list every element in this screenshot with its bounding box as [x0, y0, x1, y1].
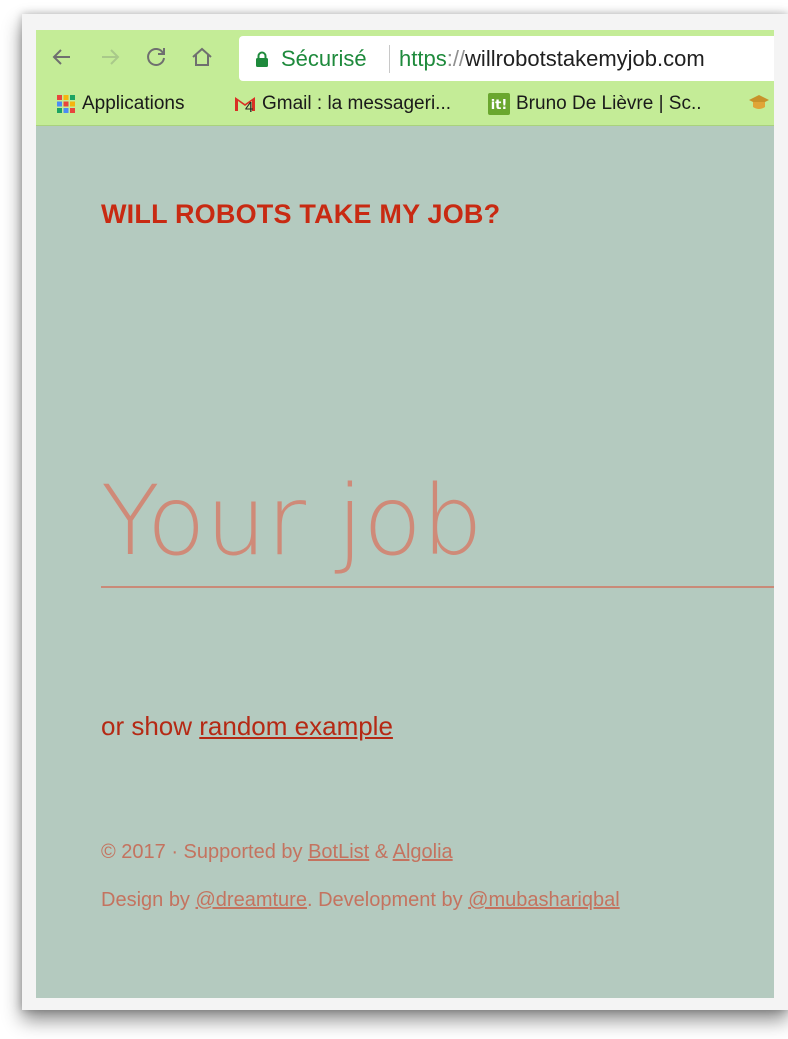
- url-separator: ://: [446, 46, 466, 71]
- security-label: Sécurisé: [281, 46, 367, 71]
- bookmark-overflow[interactable]: [748, 93, 774, 113]
- url-host: willrobotstakemyjob.com: [465, 46, 705, 71]
- bookmark-label: Bruno De Lièvre | Sc..: [516, 93, 702, 114]
- footer-copyright: © 2017 · Supported by: [101, 841, 309, 863]
- itl-icon: it!: [488, 93, 510, 115]
- gmail-unread-badge: 4: [245, 99, 254, 116]
- bookmarks-bar: Applications 4 Gmail : la messageri... i…: [36, 85, 774, 126]
- back-arrow-icon: [52, 49, 70, 65]
- footer-development-prefix: . Development by: [306, 889, 469, 911]
- gmail-icon: 4: [234, 95, 256, 116]
- url-scheme: https: [399, 46, 447, 71]
- back-button[interactable]: [48, 41, 76, 73]
- lock-icon: [256, 51, 268, 67]
- page-content: WILL ROBOTS TAKE MY JOB? or show random …: [36, 126, 774, 998]
- svg-text:it!: it!: [491, 98, 508, 113]
- browser-window: Sécurisé https://willrobotstakemyjob.com: [36, 30, 774, 998]
- graduation-cap-icon: [748, 93, 770, 113]
- bookmark-label: Applications: [82, 93, 185, 114]
- forward-button[interactable]: [96, 41, 124, 73]
- footer-design-prefix: Design by: [101, 889, 196, 911]
- footer-credits: © 2017 · Supported by BotList & Algolia: [101, 841, 453, 864]
- developer-link[interactable]: @mubashariqbal: [468, 889, 620, 911]
- random-example-line: or show random example: [101, 711, 393, 742]
- botlist-link[interactable]: BotList: [308, 841, 369, 863]
- address-bar-divider: [389, 45, 390, 73]
- home-icon: [192, 47, 212, 66]
- bookmark-gmail[interactable]: 4 Gmail : la messageri...: [234, 93, 451, 116]
- footer-design-credits: Design by @dreamture. Development by @mu…: [101, 889, 620, 912]
- footer-and: &: [369, 841, 393, 863]
- algolia-link[interactable]: Algolia: [393, 841, 453, 863]
- bookmark-label: Gmail : la messageri...: [262, 93, 451, 114]
- bookmark-bruno-de-lievre[interactable]: it! Bruno De Lièvre | Sc..: [488, 93, 702, 115]
- site-title[interactable]: WILL ROBOTS TAKE MY JOB?: [101, 199, 500, 230]
- address-bar[interactable]: Sécurisé https://willrobotstakemyjob.com: [239, 36, 774, 81]
- bookmark-applications[interactable]: Applications: [56, 93, 184, 115]
- random-prefix: or show: [101, 711, 200, 741]
- random-example-link[interactable]: random example: [199, 711, 393, 741]
- home-button[interactable]: [188, 41, 216, 73]
- url-text: https://willrobotstakemyjob.com: [399, 46, 705, 72]
- browser-toolbar: Sécurisé https://willrobotstakemyjob.com: [36, 30, 774, 85]
- job-search-input[interactable]: [101, 456, 774, 588]
- forward-arrow-icon: [102, 49, 120, 65]
- apps-grid-icon: [56, 94, 76, 114]
- reload-icon: [147, 48, 165, 66]
- designer-link[interactable]: @dreamture: [196, 889, 307, 911]
- reload-button[interactable]: [142, 41, 170, 73]
